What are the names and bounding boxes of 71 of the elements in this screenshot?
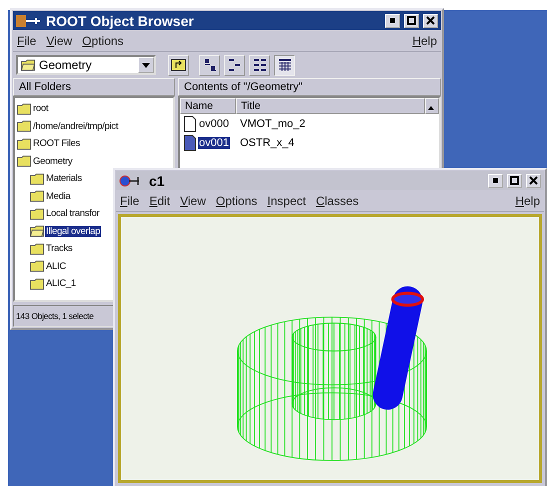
menu-item[interactable]: Options: [82, 34, 124, 48]
list-view-icon: [252, 58, 266, 72]
close-button[interactable]: [526, 174, 541, 188]
tree-item[interactable]: Materials: [45, 173, 83, 184]
folder-icon: [17, 120, 31, 132]
caret-icon: [142, 62, 150, 68]
maximize-button[interactable]: [404, 14, 419, 28]
menu-item[interactable]: View: [46, 34, 72, 48]
tree-item[interactable]: /home/andrei/tmp/pict: [32, 120, 120, 132]
tree-item[interactable]: ROOT Files: [32, 138, 81, 150]
pane-header: All Folders: [13, 78, 175, 96]
up-folder-button[interactable]: [168, 54, 189, 76]
tree-item[interactable]: Illegal overlap: [45, 226, 102, 237]
menu-item[interactable]: File: [120, 194, 140, 208]
table-cell-text: VMOT_mo_2: [239, 118, 306, 130]
view-mode-button[interactable]: [274, 54, 295, 76]
menu-item[interactable]: View: [180, 194, 206, 208]
menu-item[interactable]: File: [17, 34, 36, 48]
up-arrow-icon: [428, 106, 434, 110]
view-mode-button[interactable]: [199, 54, 220, 76]
small-icons-icon: [228, 58, 242, 72]
tree-item[interactable]: Media: [45, 190, 72, 202]
view-mode-button[interactable]: [249, 54, 270, 76]
maximize-icon: [407, 16, 416, 25]
close-icon: [426, 16, 435, 25]
folder-icon: [17, 102, 31, 115]
tree-item[interactable]: Geometry: [32, 156, 74, 167]
minimize-button[interactable]: [488, 174, 503, 188]
folder-icon: [30, 190, 44, 202]
app-icon: [16, 14, 42, 28]
large-icons-icon: [202, 58, 216, 72]
folder-icon: [30, 260, 44, 272]
folder-icon: [21, 59, 35, 71]
tree-item[interactable]: ALIC: [45, 260, 67, 272]
scroll-up-button[interactable]: [425, 98, 439, 114]
folder-icon: [30, 172, 44, 185]
minimize-button[interactable]: [385, 14, 400, 28]
folder-icon: [30, 208, 44, 220]
folder-icon: [17, 155, 31, 168]
table-cell-text: OSTR_x_4: [239, 136, 296, 148]
close-icon: [529, 176, 538, 185]
menu-item[interactable]: Options: [216, 194, 258, 208]
menu-item[interactable]: Help: [515, 194, 540, 208]
tree-item[interactable]: Local transfor: [45, 208, 100, 220]
folder-icon: [17, 138, 31, 150]
tree-item[interactable]: root: [32, 103, 50, 114]
column-header[interactable]: Title: [236, 98, 425, 114]
window-title: ROOT Object Browser: [46, 12, 195, 28]
list-item[interactable]: ov001: [198, 136, 230, 148]
folder-icon: [30, 242, 44, 255]
folder-icon: [30, 225, 44, 238]
list-item[interactable]: ov000: [198, 118, 230, 130]
folder-dropdown[interactable]: Geometry: [16, 55, 156, 75]
details-view-icon: [278, 58, 292, 72]
column-header[interactable]: Name: [180, 98, 236, 114]
maximize-icon: [510, 176, 519, 185]
folder-icon: [30, 278, 44, 290]
menu-item[interactable]: Classes: [316, 194, 359, 208]
menu-item[interactable]: Edit: [149, 194, 170, 208]
document-icon: [184, 116, 196, 132]
tree-item[interactable]: Tracks: [45, 243, 74, 254]
maximize-button[interactable]: [507, 174, 522, 188]
close-button[interactable]: [423, 14, 438, 28]
tree-item[interactable]: ALIC_1: [45, 278, 77, 290]
menu-item[interactable]: Help: [412, 34, 437, 48]
dropdown-button[interactable]: [138, 57, 154, 73]
window-title: c1: [149, 172, 166, 188]
view-mode-button[interactable]: [224, 54, 245, 76]
pane-header: Contents of "/Geometry": [178, 78, 441, 96]
menu-item[interactable]: Inspect: [267, 194, 306, 208]
document-icon: [184, 134, 196, 150]
